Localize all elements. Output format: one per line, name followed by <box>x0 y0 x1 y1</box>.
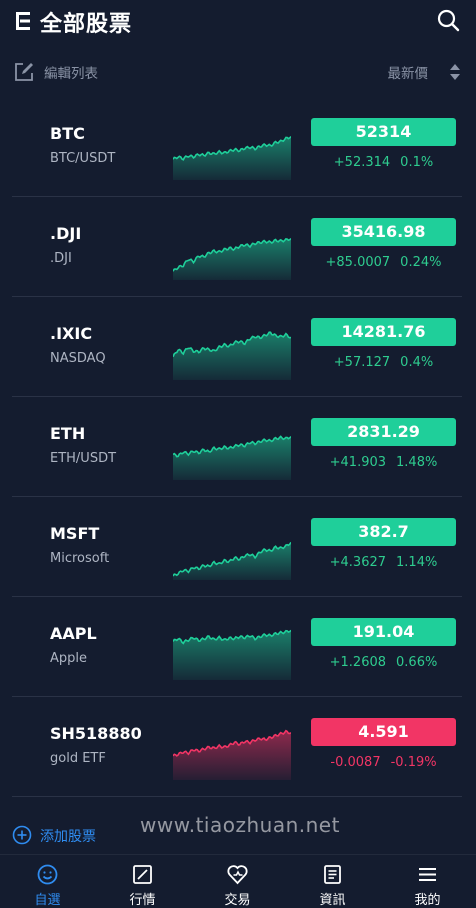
sort-by-price-button[interactable]: 最新價 <box>388 62 429 82</box>
price-change: +85.0007 0.24% <box>311 255 456 270</box>
change-value: +4.3627 <box>329 555 387 570</box>
price-change: +4.3627 1.14% <box>311 555 456 570</box>
trade-heart-icon <box>227 865 248 885</box>
stock-row[interactable]: ETH ETH/USDT 2831.29 +41.903 1.48% <box>0 397 476 497</box>
smiley-icon <box>37 864 58 885</box>
edit-list-button[interactable]: 編輯列表 <box>44 62 98 82</box>
stock-row[interactable]: MSFT Microsoft 382.7 +4.3627 1.14% <box>0 497 476 597</box>
page-title: 全部股票 <box>40 12 133 37</box>
change-value: +1.2608 <box>329 655 387 670</box>
news-icon <box>324 865 341 884</box>
sparkline-area <box>173 332 291 380</box>
change-value: +52.314 <box>333 155 391 170</box>
sparkline-chart <box>173 331 291 380</box>
stock-symbol: .DJI <box>50 224 82 243</box>
price-badge[interactable]: 2831.29 <box>311 418 456 446</box>
edit-icon[interactable] <box>14 62 34 82</box>
stock-symbol: AAPL <box>50 624 97 643</box>
price-badge[interactable]: 4.591 <box>311 718 456 746</box>
stock-name: BTC/USDT <box>50 151 116 166</box>
price-change: -0.0087 -0.19% <box>311 755 456 770</box>
stock-name: Microsoft <box>50 551 110 566</box>
price-badge[interactable]: 191.04 <box>311 618 456 646</box>
price-change: +52.314 0.1% <box>311 155 456 170</box>
change-value: +85.0007 <box>325 255 391 270</box>
sort-arrows-icon[interactable] <box>448 62 462 82</box>
tab-news[interactable]: 資訊 <box>285 855 380 908</box>
tab-profile[interactable]: 我的 <box>380 855 475 908</box>
sparkline-chart <box>173 729 291 780</box>
stock-name: ETH/USDT <box>50 451 117 466</box>
price-change: +57.127 0.4% <box>311 355 456 370</box>
price-badge[interactable]: 52314 <box>311 118 456 146</box>
tab-label: 行情 <box>129 893 156 908</box>
stock-name: gold ETF <box>50 751 106 766</box>
change-percent: 0.24% <box>400 255 442 270</box>
bottom-tab-bar: 自選 行情 交易 資訊 我的 <box>0 854 476 908</box>
stock-symbol: BTC <box>50 124 85 143</box>
stock-name: Apple <box>50 651 88 666</box>
chart-square-icon <box>133 865 152 884</box>
tab-trade[interactable]: 交易 <box>190 855 285 908</box>
stock-row[interactable]: .DJI .DJI 35416.98 +85.0007 0.24% <box>0 197 476 297</box>
list-toolbar: 編輯列表 最新價 <box>0 58 476 86</box>
tab-label: 我的 <box>414 893 441 908</box>
tab-label: 資訊 <box>319 893 346 908</box>
menu-lines-icon <box>419 868 436 881</box>
sparkline-chart <box>173 541 291 580</box>
sparkline-chart <box>173 629 291 680</box>
change-percent: 0.4% <box>400 355 434 370</box>
tab-label: 交易 <box>224 893 251 908</box>
stock-symbol: .IXIC <box>50 324 93 343</box>
search-icon[interactable] <box>436 8 460 32</box>
tab-market[interactable]: 行情 <box>95 855 190 908</box>
plus-circle-icon <box>12 825 32 845</box>
stock-row[interactable]: BTC BTC/USDT 52314 +52.314 0.1% <box>0 97 476 197</box>
sparkline-chart <box>173 136 291 180</box>
menu-icon[interactable] <box>14 10 34 32</box>
tab-label: 自選 <box>34 893 61 908</box>
change-percent: -0.19% <box>390 755 437 770</box>
stock-row[interactable]: SH518880 gold ETF 4.591 -0.0087 -0.19% <box>0 697 476 797</box>
price-badge[interactable]: 35416.98 <box>311 218 456 246</box>
change-percent: 1.48% <box>396 455 438 470</box>
stock-symbol: ETH <box>50 424 86 443</box>
sparkline-area <box>173 436 291 480</box>
stock-name: NASDAQ <box>50 351 106 366</box>
change-percent: 0.66% <box>396 655 438 670</box>
sparkline-chart <box>173 237 291 280</box>
change-percent: 1.14% <box>396 555 438 570</box>
price-badge[interactable]: 14281.76 <box>311 318 456 346</box>
change-value: -0.0087 <box>330 755 381 770</box>
stock-row[interactable]: AAPL Apple 191.04 +1.2608 0.66% <box>0 597 476 697</box>
change-value: +41.903 <box>329 455 387 470</box>
stock-symbol: MSFT <box>50 524 100 543</box>
price-change: +1.2608 0.66% <box>311 655 456 670</box>
app-header: 全部股票 <box>0 0 476 44</box>
stock-name: .DJI <box>50 251 72 266</box>
stock-row[interactable]: .IXIC NASDAQ 14281.76 +57.127 0.4% <box>0 297 476 397</box>
stock-list: BTC BTC/USDT 52314 +52.314 0.1% .DJI .DJI… <box>0 97 476 797</box>
tab-watchlist[interactable]: 自選 <box>0 855 95 908</box>
change-percent: 0.1% <box>400 155 434 170</box>
watermark-text: www.tiaozhuan.net <box>140 813 340 837</box>
stock-symbol: SH518880 <box>50 724 142 743</box>
price-change: +41.903 1.48% <box>311 455 456 470</box>
price-badge[interactable]: 382.7 <box>311 518 456 546</box>
change-value: +57.127 <box>333 355 391 370</box>
add-stock-label: 添加股票 <box>40 829 96 845</box>
sparkline-chart <box>173 435 291 480</box>
